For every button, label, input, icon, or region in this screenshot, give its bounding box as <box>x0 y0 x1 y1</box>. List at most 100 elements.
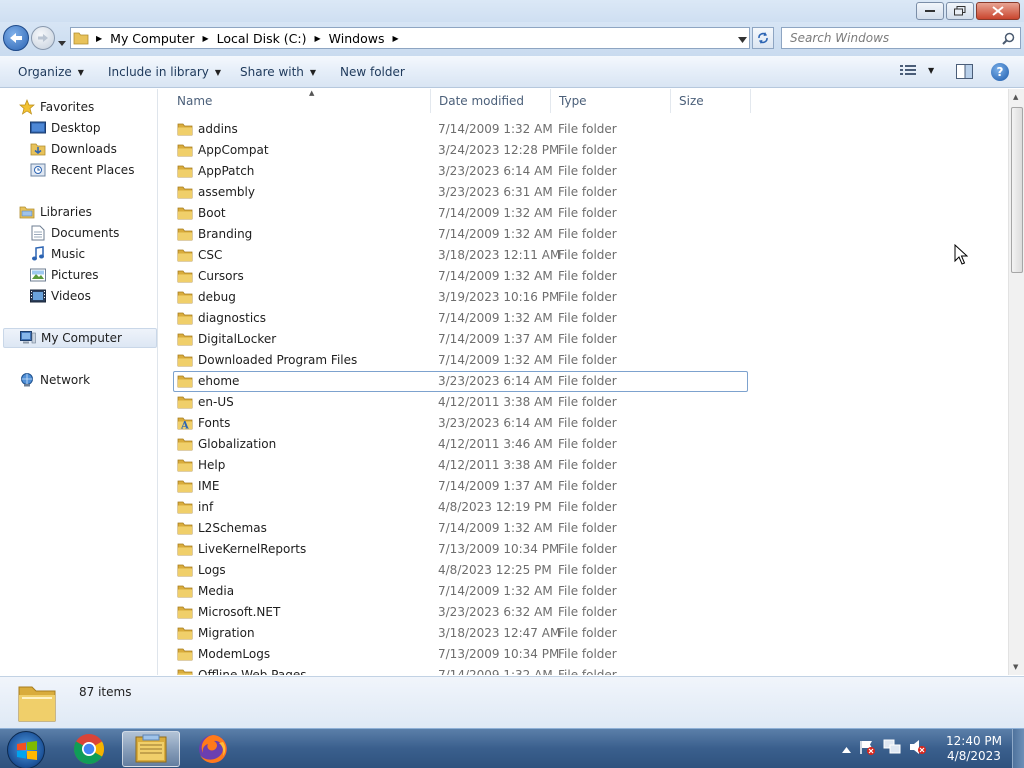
table-row[interactable]: en-US 4/12/2011 3:38 AM File folder <box>173 392 748 413</box>
folder-icon <box>177 143 193 160</box>
breadcrumb-my-computer[interactable]: My Computer <box>107 31 197 46</box>
nav-item-desktop[interactable]: Desktop <box>30 118 101 138</box>
file-name: Cursors <box>198 269 244 283</box>
table-row[interactable]: AppCompat 3/24/2023 12:28 PM File folder <box>173 140 748 161</box>
volume-muted-icon[interactable] <box>909 739 927 758</box>
table-row[interactable]: Downloaded Program Files 7/14/2009 1:32 A… <box>173 350 748 371</box>
network-status-icon[interactable] <box>883 739 901 758</box>
search-icon[interactable] <box>1002 32 1015 48</box>
table-row[interactable]: LiveKernelReports 7/13/2009 10:34 PM File … <box>173 539 748 560</box>
show-desktop-button[interactable] <box>1012 729 1024 768</box>
nav-favorites[interactable]: Favorites <box>19 97 94 117</box>
table-row[interactable]: Cursors 7/14/2009 1:32 AM File folder <box>173 266 748 287</box>
nav-item-downloads[interactable]: Downloads <box>30 139 117 159</box>
nav-network[interactable]: Network <box>19 370 90 390</box>
breadcrumb-separator[interactable]: ▶ <box>387 34 403 43</box>
search-input[interactable] <box>782 28 992 48</box>
tray-expand-icon[interactable] <box>842 742 851 756</box>
table-row[interactable]: debug 3/19/2023 10:16 PM File folder <box>173 287 748 308</box>
new-folder-label: New folder <box>340 65 405 79</box>
taskbar-clock[interactable]: 12:40 PM 4/8/2023 <box>944 734 1004 764</box>
share-with-button[interactable]: Share with ▼ <box>240 65 316 79</box>
change-view-button[interactable]: ▼ <box>900 64 934 76</box>
table-row[interactable]: CSC 3/18/2023 12:11 AM File folder <box>173 245 748 266</box>
nav-item-documents[interactable]: Documents <box>30 223 119 243</box>
file-date-modified: 7/14/2009 1:32 AM <box>438 227 553 241</box>
minimize-button[interactable] <box>916 2 944 20</box>
table-row[interactable]: Offline Web Pages 7/14/2009 1:32 AM File f… <box>173 665 748 675</box>
table-row[interactable]: Migration 3/18/2023 12:47 AM File folder <box>173 623 748 644</box>
column-header-type[interactable]: Type <box>551 89 671 113</box>
start-button[interactable] <box>7 731 45 768</box>
refresh-button[interactable] <box>752 27 774 49</box>
column-header-name[interactable]: Name ▲ <box>169 89 431 113</box>
scroll-down-icon[interactable]: ▼ <box>1013 663 1018 671</box>
close-button[interactable] <box>976 2 1020 20</box>
folder-icon <box>71 28 91 48</box>
table-row[interactable]: Logs 4/8/2023 12:25 PM File folder <box>173 560 748 581</box>
folder-icon <box>177 269 193 286</box>
nav-item-pictures[interactable]: Pictures <box>30 265 99 285</box>
maximize-button[interactable] <box>946 2 974 20</box>
table-row[interactable]: L2Schemas 7/14/2009 1:32 AM File folder <box>173 518 748 539</box>
clock-date: 4/8/2023 <box>947 749 1001 763</box>
breadcrumb-local-disk[interactable]: Local Disk (C:) <box>214 31 310 46</box>
column-header-size[interactable]: Size <box>671 89 751 113</box>
table-row[interactable]: Globalization 4/12/2011 3:46 AM File folde… <box>173 434 748 455</box>
table-row[interactable]: Microsoft.NET 3/23/2023 6:32 AM File folde… <box>173 602 748 623</box>
file-type: File folder <box>558 311 617 325</box>
file-date-modified: 7/13/2009 10:34 PM <box>438 647 560 661</box>
recent-pages-dropdown[interactable] <box>58 35 66 49</box>
include-in-library-button[interactable]: Include in library ▼ <box>108 65 221 79</box>
taskbar-chrome[interactable] <box>60 731 118 767</box>
breadcrumb-separator[interactable]: ▶ <box>310 34 326 43</box>
table-row[interactable]: assembly 3/23/2023 6:31 AM File folder <box>173 182 748 203</box>
vertical-scrollbar[interactable]: ▲ ▼ <box>1008 89 1024 675</box>
nav-libraries[interactable]: Libraries <box>19 202 92 222</box>
table-row[interactable]: inf 4/8/2023 12:19 PM File folder <box>173 497 748 518</box>
table-row[interactable]: Branding 7/14/2009 1:32 AM File folder <box>173 224 748 245</box>
breadcrumb-windows[interactable]: Windows <box>326 31 388 46</box>
nav-item-music[interactable]: Music <box>30 244 85 264</box>
table-row[interactable]: AppPatch 3/23/2023 6:14 AM File folder <box>173 161 748 182</box>
table-row[interactable]: Help 4/12/2011 3:38 AM File folder <box>173 455 748 476</box>
nav-item-recent-places[interactable]: Recent Places <box>30 160 134 180</box>
preview-pane-button[interactable] <box>956 64 973 82</box>
nav-item-videos[interactable]: Videos <box>30 286 91 306</box>
scrollbar-thumb[interactable] <box>1011 107 1023 273</box>
help-button[interactable]: ? <box>991 63 1009 81</box>
videos-icon <box>30 288 46 304</box>
table-row[interactable]: ehome 3/23/2023 6:14 AM File folder <box>173 371 748 392</box>
address-bar[interactable]: ▶ My Computer ▶ Local Disk (C:) ▶ Window… <box>70 27 750 49</box>
nav-my-computer[interactable]: My Computer <box>3 328 157 348</box>
file-name: Downloaded Program Files <box>198 353 358 367</box>
file-date-modified: 7/14/2009 1:32 AM <box>438 206 553 220</box>
taskbar-firefox[interactable] <box>184 731 242 767</box>
action-center-icon[interactable] <box>859 739 875 758</box>
breadcrumb-separator[interactable]: ▶ <box>91 34 107 43</box>
scroll-up-icon[interactable]: ▲ <box>1013 93 1018 101</box>
column-header-date-modified[interactable]: Date modified <box>431 89 551 113</box>
table-row[interactable]: Boot 7/14/2009 1:32 AM File folder <box>173 203 748 224</box>
table-row[interactable]: Media 7/14/2009 1:32 AM File folder <box>173 581 748 602</box>
file-type: File folder <box>558 542 617 556</box>
file-list[interactable]: Name ▲ Date modified Type Size addins 7/14… <box>159 89 1007 675</box>
folder-icon <box>177 395 193 412</box>
table-row[interactable]: IME 7/14/2009 1:37 AM File folder <box>173 476 748 497</box>
new-folder-button[interactable]: New folder <box>340 65 405 79</box>
organize-button[interactable]: Organize ▼ <box>18 65 84 79</box>
table-row[interactable]: DigitalLocker 7/14/2009 1:37 AM File folde… <box>173 329 748 350</box>
breadcrumb-separator[interactable]: ▶ <box>197 34 213 43</box>
search-box[interactable] <box>781 27 1021 49</box>
table-row[interactable]: A Fonts 3/23/2023 6:14 AM File folder <box>173 413 748 434</box>
taskbar-explorer[interactable] <box>122 731 180 767</box>
table-row[interactable]: addins 7/14/2009 1:32 AM File folder <box>173 119 748 140</box>
table-row[interactable]: diagnostics 7/14/2009 1:32 AM File folder <box>173 308 748 329</box>
table-row[interactable]: ModemLogs 7/13/2009 10:34 PM File folder <box>173 644 748 665</box>
file-name: Branding <box>198 227 253 241</box>
back-button[interactable] <box>3 25 29 51</box>
file-type: File folder <box>558 122 617 136</box>
forward-button[interactable] <box>31 26 55 50</box>
chevron-down-icon[interactable]: ▼ <box>928 66 934 75</box>
address-history-dropdown[interactable] <box>738 32 747 46</box>
